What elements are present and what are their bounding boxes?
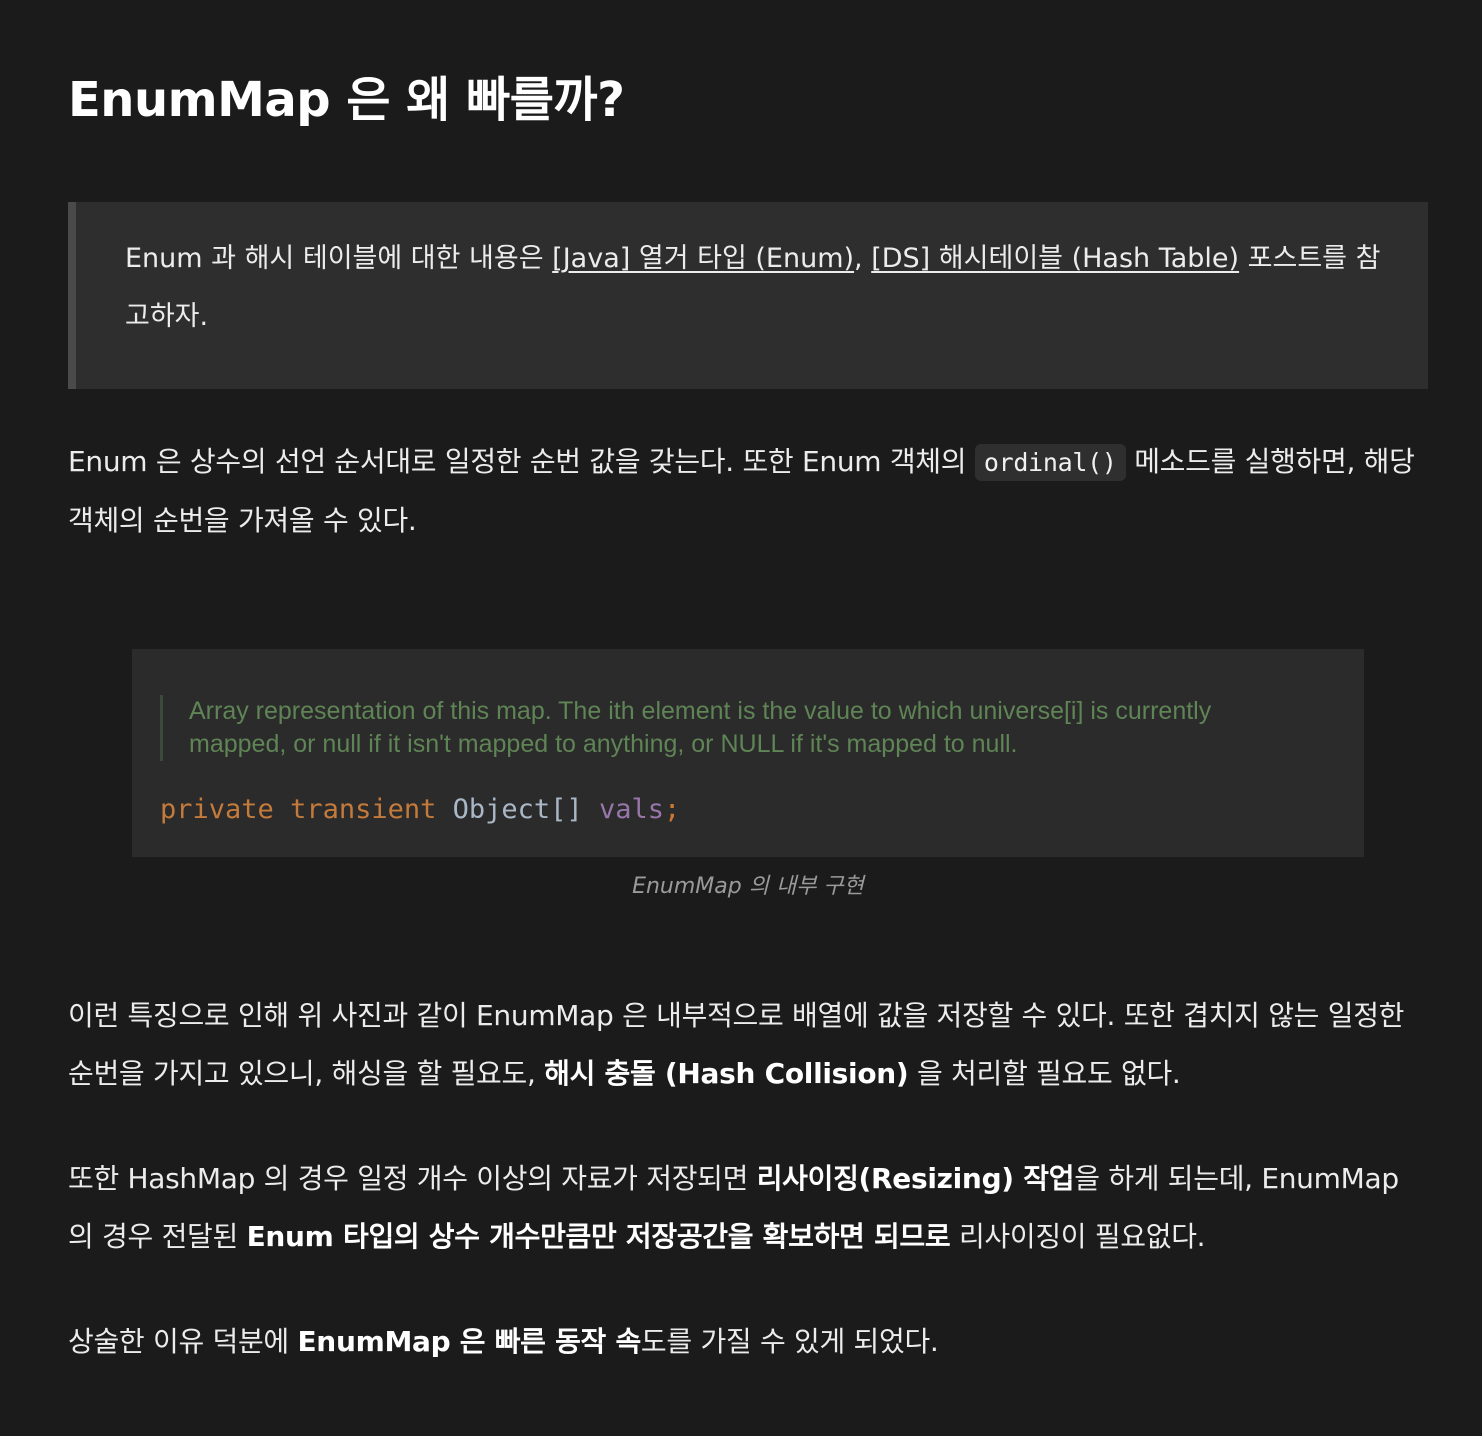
quote-separator: , — [854, 243, 872, 274]
para2-bold-hash-collision: 해시 충돌 (Hash Collision) — [544, 1057, 909, 1090]
para4-bold-fast: EnumMap 은 빠른 동작 속 — [297, 1325, 641, 1358]
figure-caption: EnumMap 의 내부 구현 — [632, 874, 864, 899]
para2-text-after: 을 처리할 필요도 없다. — [908, 1057, 1181, 1090]
para3-text-3: 리사이징이 필요없다. — [950, 1220, 1206, 1253]
paragraph-resizing: 또한 HashMap 의 경우 일정 개수 이상의 자료가 저장되면 리사이징(… — [68, 1150, 1428, 1266]
link-ds-hash-table[interactable]: [DS] 해시테이블 (Hash Table) — [871, 243, 1239, 274]
para3-text-1: 또한 HashMap 의 경우 일정 개수 이상의 자료가 저장되면 — [68, 1162, 757, 1195]
code-field-name: vals — [598, 794, 664, 825]
link-java-enum[interactable]: [Java] 열거 타입 (Enum) — [552, 243, 854, 274]
code-screenshot-figure: Array representation of this map. The it… — [132, 649, 1364, 857]
paragraph-enummap-array: 이런 특징으로 인해 위 사진과 같이 EnumMap 은 내부적으로 배열에 … — [68, 987, 1428, 1103]
para3-bold-capacity: Enum 타입의 상수 개수만큼만 저장공간을 확보하면 되므로 — [246, 1220, 951, 1253]
doc-comment-line-2: mapped, or null if it isn't mapped to an… — [189, 730, 1018, 758]
para4-text-1: 상술한 이유 덕분에 — [68, 1325, 298, 1358]
code-doc-comment: Array representation of this map. The it… — [160, 695, 1369, 761]
code-semicolon: ; — [663, 794, 681, 825]
code-type: Object[] — [452, 794, 583, 825]
doc-comment-line-1: Array representation of this map. The it… — [189, 697, 1212, 725]
para4-text-2: 도를 가질 수 있게 되었다. — [640, 1325, 939, 1358]
paragraph-conclusion: 상술한 이유 덕분에 EnumMap 은 빠른 동작 속도를 가질 수 있게 되… — [68, 1313, 1428, 1371]
code-keyword-transient: transient — [290, 794, 437, 825]
inline-code-ordinal: ordinal() — [974, 444, 1126, 481]
paragraph-enum-ordinal: Enum 은 상수의 선언 순서대로 일정한 순번 값을 갖는다. 또한 Enu… — [68, 433, 1428, 550]
code-keyword-private: private — [160, 794, 274, 825]
blockquote-note: Enum 과 해시 테이블에 대한 내용은 [Java] 열거 타입 (Enum… — [68, 202, 1428, 389]
page-title: EnumMap 은 왜 빠를까? — [68, 72, 625, 128]
code-declaration: private transient Object[] vals; — [160, 793, 680, 827]
para1-text-before: Enum 은 상수의 선언 순서대로 일정한 순번 값을 갖는다. 또한 Enu… — [68, 445, 975, 478]
quote-text-before: Enum 과 해시 테이블에 대한 내용은 — [125, 243, 553, 274]
para3-bold-resizing: 리사이징(Resizing) 작업 — [756, 1162, 1075, 1195]
